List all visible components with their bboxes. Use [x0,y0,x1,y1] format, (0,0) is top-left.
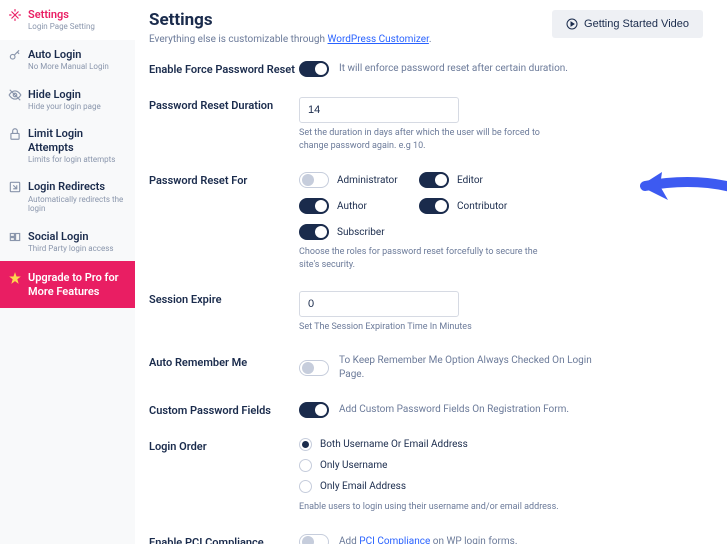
remember-desc: To Keep Remember Me Option Always Checke… [339,354,599,382]
radio-label: Only Email Address [320,481,406,492]
sidebar-item-limit-login[interactable]: Limit Login Attempts Limits for login att… [0,119,135,172]
sidebar-item-auto-login[interactable]: Auto LoginNo More Manual Login [0,40,135,80]
sidebar-label: Limit Login Attempts [28,127,127,153]
social-icon [8,230,22,244]
login-order-both-radio[interactable] [299,438,312,451]
pci-desc: Add PCI Compliance on WP login forms. [339,535,517,544]
page-desc: Everything else is customizable through … [149,34,432,45]
sidebar-item-settings[interactable]: SettingsLogin Page Setting [0,0,135,40]
sidebar-label: Hide Login [28,88,101,101]
role-label: Contributor [457,201,507,212]
role-label: Editor [457,175,483,186]
sidebar-item-login-redirects[interactable]: Login Redirects Automatically redirects t… [0,172,135,221]
sidebar-label: Social Login [28,230,113,243]
sidebar-sub: Limits for login attempts [28,155,127,165]
force-reset-toggle[interactable] [299,61,329,77]
custom-pw-toggle[interactable] [299,402,329,418]
sidebar-label: Login Redirects [28,180,127,193]
custom-pw-label: Custom Password Fields [149,402,299,417]
customizer-link[interactable]: WordPress Customizer [328,34,429,45]
reset-for-hint: Choose the roles for password reset forc… [299,246,559,271]
sidebar-sub: Login Page Setting [28,22,95,32]
sidebar-sub: Hide your login page [28,102,101,112]
sidebar-label: Settings [28,8,95,21]
role-label: Subscriber [337,227,385,238]
sidebar: SettingsLogin Page Setting Auto LoginNo … [0,0,135,544]
eye-off-icon [8,88,22,102]
radio-label: Both Username Or Email Address [320,439,468,450]
star-icon [8,271,22,285]
sidebar-label: Auto Login [28,48,109,61]
force-reset-desc: It will enforce password reset after cer… [339,62,568,76]
sidebar-item-hide-login[interactable]: Hide LoginHide your login page [0,80,135,120]
duration-hint: Set the duration in days after which the… [299,127,559,152]
session-hint: Set The Session Expiration Time In Minut… [299,321,559,334]
sidebar-item-social-login[interactable]: Social LoginThird Party login access [0,222,135,262]
role-contributor-toggle[interactable] [419,198,449,214]
key-icon [8,48,22,62]
role-editor-toggle[interactable] [419,172,449,188]
play-icon [566,18,578,30]
settings-icon [8,8,22,22]
login-order-email-radio[interactable] [299,480,312,493]
pci-toggle[interactable] [299,534,329,544]
upgrade-label: Upgrade to Pro for More Features [28,271,127,297]
session-label: Session Expire [149,291,299,306]
login-order-hint: Enable users to login using their userna… [299,501,559,514]
page-title: Settings [149,10,432,30]
role-author-toggle[interactable] [299,198,329,214]
reset-for-label: Password Reset For [149,172,299,187]
force-reset-label: Enable Force Password Reset [149,61,299,76]
sidebar-sub: Third Party login access [28,244,113,254]
role-label: Administrator [337,175,398,186]
radio-label: Only Username [320,460,387,471]
session-input[interactable] [299,291,459,317]
pci-link[interactable]: PCI Compliance [359,536,430,544]
sidebar-sub: No More Manual Login [28,62,109,72]
login-order-label: Login Order [149,438,299,453]
sidebar-sub: Automatically redirects the login [28,195,127,214]
custom-pw-desc: Add Custom Password Fields On Registrati… [339,403,569,417]
duration-label: Password Reset Duration [149,97,299,112]
pci-label: Enable PCI Compliance [149,534,299,544]
login-order-username-radio[interactable] [299,459,312,472]
getting-started-video-button[interactable]: Getting Started Video [552,10,703,38]
remember-label: Auto Remember Me [149,354,299,369]
lock-icon [8,127,22,141]
role-label: Author [337,201,367,212]
main-content: Settings Everything else is customizable… [135,0,727,544]
role-administrator-toggle[interactable] [299,172,329,188]
redirect-icon [8,180,22,194]
role-subscriber-toggle[interactable] [299,224,329,240]
remember-toggle[interactable] [299,360,329,376]
duration-input[interactable] [299,97,459,123]
sidebar-item-upgrade[interactable]: Upgrade to Pro for More Features [0,261,135,307]
